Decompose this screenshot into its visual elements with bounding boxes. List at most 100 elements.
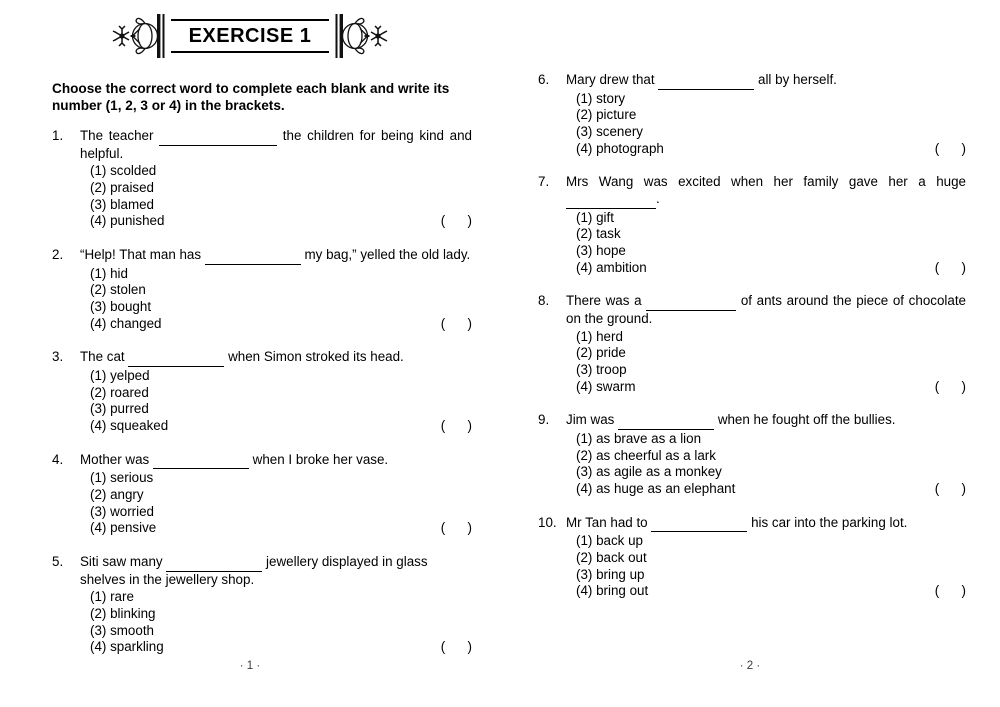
option-item[interactable]: (2) praised (80, 180, 472, 197)
option-item[interactable]: (2) roared (80, 385, 472, 402)
option-label: (2) pride (576, 345, 626, 361)
option-label: (2) task (576, 226, 621, 242)
option-item[interactable]: (3) bring up (566, 567, 966, 584)
answer-brackets[interactable]: ( ) (441, 639, 472, 656)
option-item[interactable]: (1) as brave as a lion (566, 431, 966, 448)
stem-text-after-blank: when he fought off the bullies. (714, 412, 896, 428)
answer-brackets[interactable]: ( ) (441, 316, 472, 333)
option-item[interactable]: (4) punished ( ) (80, 213, 472, 230)
answer-brackets[interactable]: ( ) (935, 260, 966, 277)
option-label: (2) praised (90, 179, 155, 195)
answer-blank[interactable] (651, 515, 748, 533)
option-item[interactable]: (2) as cheerful as a lark (566, 448, 966, 465)
option-label: (1) scolded (90, 163, 157, 179)
option-item[interactable]: (2) task (566, 226, 966, 243)
option-item[interactable]: (2) picture (566, 107, 966, 124)
option-item[interactable]: (4) changed ( ) (80, 316, 472, 333)
answer-brackets[interactable]: ( ) (441, 213, 472, 230)
answer-blank[interactable] (128, 349, 225, 367)
answer-brackets[interactable]: ( ) (441, 418, 472, 435)
option-label: (3) as agile as a monkey (576, 464, 722, 480)
option-label: (3) bring up (576, 566, 645, 582)
question-body: The teacher the children for being kind … (80, 128, 472, 230)
question-body: Mother was when I broke her vase. (1) ser… (80, 452, 472, 537)
option-item[interactable]: (3) purred (80, 401, 472, 418)
answer-brackets[interactable]: ( ) (935, 481, 966, 498)
stem-text-before-blank: Mr Tan had to (566, 514, 652, 530)
option-label: (4) punished (90, 213, 165, 229)
option-item[interactable]: (3) hope (566, 243, 966, 260)
option-item[interactable]: (4) ambition ( ) (566, 260, 966, 277)
option-label: (3) purred (90, 401, 149, 417)
option-label: (1) herd (576, 328, 623, 344)
option-item[interactable]: (2) blinking (80, 606, 472, 623)
question-number: 1. (52, 128, 64, 143)
option-item[interactable]: (1) back up (566, 533, 966, 550)
exercise-banner: EXERCISE 1 (0, 8, 500, 64)
answer-blank[interactable] (152, 452, 249, 470)
option-label: (3) bought (90, 298, 152, 314)
answer-blank[interactable] (159, 128, 278, 146)
option-list: (1) gift (2) task (3) hope (4) ambition ( ) (566, 210, 966, 277)
answer-brackets[interactable]: ( ) (935, 379, 966, 396)
option-list: (1) herd (2) pride (3) troop (4) swarm ( ) (566, 329, 966, 396)
option-item[interactable]: (1) gift (566, 210, 966, 227)
option-item[interactable]: (3) troop (566, 362, 966, 379)
option-item[interactable]: (4) swarm ( ) (566, 379, 966, 396)
answer-brackets[interactable]: ( ) (441, 520, 472, 537)
question-stem: The teacher the children for being kind … (80, 128, 472, 162)
option-item[interactable]: (1) rare (80, 589, 472, 606)
option-item[interactable]: (3) as agile as a monkey (566, 464, 966, 481)
stem-text-before-blank: Mary drew that (566, 72, 659, 87)
option-item[interactable]: (1) yelped (80, 368, 472, 385)
option-label: (2) angry (90, 486, 144, 502)
answer-blank[interactable] (658, 72, 755, 90)
option-item[interactable]: (4) pensive ( ) (80, 520, 472, 537)
question-stem: Siti saw many jewellery displayed in gla… (80, 554, 472, 588)
answer-blank[interactable] (166, 554, 263, 572)
question-stem: Jim was when he fought off the bullies. (566, 412, 966, 430)
option-label: (4) swarm (576, 378, 636, 394)
stem-text-after-blank: his car into the parking lot. (747, 514, 908, 530)
stem-text-before-blank: The teacher (80, 128, 160, 143)
option-item[interactable]: (2) back out (566, 550, 966, 567)
answer-blank[interactable] (566, 191, 656, 209)
option-label: (4) bring out (576, 583, 649, 599)
option-label: (3) scenery (576, 123, 643, 139)
option-label: (4) changed (90, 315, 162, 331)
option-list: (1) rare (2) blinking (3) smooth (4) sparkl… (80, 589, 472, 656)
option-item[interactable]: (3) bought (80, 299, 472, 316)
question-body: There was a of ants around the piece of … (566, 293, 966, 395)
option-item[interactable]: (2) stolen (80, 282, 472, 299)
option-item[interactable]: (1) hid (80, 266, 472, 283)
option-item[interactable]: (2) pride (566, 345, 966, 362)
answer-blank[interactable] (618, 412, 715, 430)
question-item: 1. The teacher the children for being kin… (52, 128, 472, 230)
option-item[interactable]: (4) sparkling ( ) (80, 639, 472, 656)
answer-blank[interactable] (204, 247, 301, 265)
option-item[interactable]: (4) bring out ( ) (566, 583, 966, 600)
option-item[interactable]: (3) smooth (80, 623, 472, 640)
option-item[interactable]: (4) squeaked ( ) (80, 418, 472, 435)
option-item[interactable]: (3) scenery (566, 124, 966, 141)
option-item[interactable]: (3) worried (80, 504, 472, 521)
option-item[interactable]: (1) serious (80, 470, 472, 487)
stem-text-after-blank: when I broke her vase. (248, 451, 389, 467)
answer-brackets[interactable]: ( ) (935, 583, 966, 600)
option-list: (1) yelped (2) roared (3) purred (4) squeak… (80, 368, 472, 435)
option-item[interactable]: (1) herd (566, 329, 966, 346)
answer-brackets[interactable]: ( ) (935, 141, 966, 158)
question-body: Siti saw many jewellery displayed in gla… (80, 554, 472, 656)
option-item[interactable]: (4) as huge as an elephant ( ) (566, 481, 966, 498)
option-item[interactable]: (2) angry (80, 487, 472, 504)
option-item[interactable]: (4) photograph ( ) (566, 141, 966, 158)
option-list: (1) scolded (2) praised (3) blamed (4) puni… (80, 163, 472, 230)
option-label: (3) worried (90, 503, 154, 519)
option-item[interactable]: (3) blamed (80, 197, 472, 214)
answer-blank[interactable] (646, 293, 737, 311)
option-item[interactable]: (1) story (566, 91, 966, 108)
question-number: 8. (538, 293, 550, 309)
option-label: (2) stolen (90, 282, 146, 298)
option-list: (1) serious (2) angry (3) worried (4) pensi… (80, 470, 472, 537)
option-item[interactable]: (1) scolded (80, 163, 472, 180)
